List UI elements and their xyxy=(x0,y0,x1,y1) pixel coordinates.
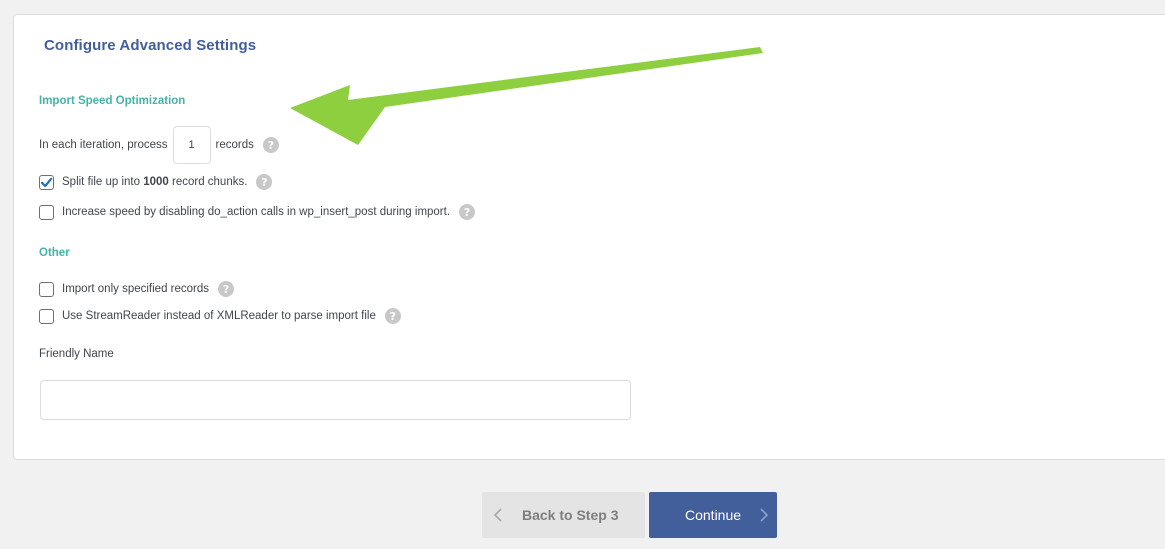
iteration-row: In each iteration, process records ? xyxy=(39,126,279,164)
import-specified-row: Import only specified records ? xyxy=(39,281,235,297)
help-icon[interactable]: ? xyxy=(256,174,273,190)
import-specified-label: Import only specified records xyxy=(62,283,210,295)
disable-do-action-checkbox[interactable] xyxy=(39,204,54,220)
page-title: Configure Advanced Settings xyxy=(44,37,257,54)
help-icon[interactable]: ? xyxy=(459,204,476,220)
friendly-name-input[interactable] xyxy=(40,380,631,420)
disable-do-action-label: Increase speed by disabling do_action ca… xyxy=(62,206,451,218)
help-icon[interactable]: ? xyxy=(262,137,279,153)
split-file-checkbox[interactable] xyxy=(39,174,54,190)
chevron-right-icon xyxy=(760,508,769,522)
records-per-iteration-input[interactable] xyxy=(172,126,211,164)
import-specified-checkbox[interactable] xyxy=(39,281,54,297)
iteration-suffix-label: records xyxy=(215,139,254,151)
continue-button-label: Continue xyxy=(685,507,742,523)
stream-reader-label: Use StreamReader instead of XMLReader to… xyxy=(62,310,376,322)
friendly-name-label: Friendly Name xyxy=(39,348,114,360)
settings-panel: Configure Advanced Settings Import Speed… xyxy=(13,14,1165,460)
stream-reader-row: Use StreamReader instead of XMLReader to… xyxy=(39,308,401,324)
help-icon[interactable]: ? xyxy=(384,308,401,324)
chevron-left-icon xyxy=(493,508,502,522)
back-button-label: Back to Step 3 xyxy=(522,507,619,523)
disable-do-action-row: Increase speed by disabling do_action ca… xyxy=(39,204,476,220)
iteration-prefix-label: In each iteration, process xyxy=(39,139,168,151)
section-heading-import-speed: Import Speed Optimization xyxy=(39,95,186,107)
split-file-row: Split file up into 1000 record chunks. ? xyxy=(39,174,273,190)
stream-reader-checkbox[interactable] xyxy=(39,308,54,324)
checkmark-icon xyxy=(40,177,53,187)
help-icon[interactable]: ? xyxy=(218,281,235,297)
split-file-label: Split file up into 1000 record chunks. xyxy=(62,176,248,188)
section-heading-other: Other xyxy=(39,247,70,259)
back-button[interactable]: Back to Step 3 xyxy=(482,492,645,538)
continue-button[interactable]: Continue xyxy=(649,492,777,538)
